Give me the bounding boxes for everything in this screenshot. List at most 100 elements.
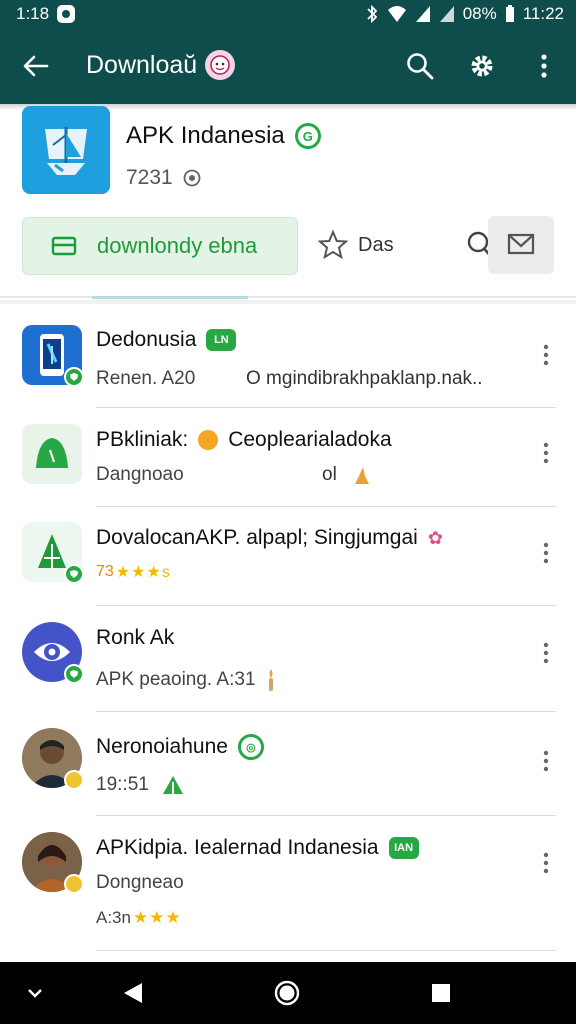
status-badge-icon (64, 770, 84, 790)
emoji-badge-icon (198, 430, 219, 450)
list-item-title-text: APKidpia. Iealernad Indanesia (96, 836, 379, 859)
app-id: 7231 (126, 166, 201, 190)
list-item-avatar (22, 728, 84, 790)
recents-square-icon (432, 984, 450, 1002)
app-name-text: APK Indanesia (126, 122, 285, 149)
star-rating-icon: ★★★s (115, 564, 171, 581)
list-item-title: Ronk Ak (96, 626, 175, 649)
search-button[interactable] (402, 48, 438, 84)
list-item-avatar (22, 622, 84, 684)
more-vert-icon (543, 750, 549, 772)
app-icon (22, 106, 110, 194)
mail-icon (507, 233, 535, 255)
page-title: Downloaŭ (86, 50, 198, 79)
more-vert-icon (543, 542, 549, 564)
list-item-subtitle: Dongneao (96, 872, 184, 893)
wifi-icon (387, 6, 406, 22)
overflow-menu-button[interactable] (526, 48, 562, 84)
flower-emoji-icon: ✿ (427, 527, 443, 548)
list-item-subtitle: Renen. A20 (96, 368, 196, 389)
list-item-title-extra: Ceoplearialadoka (228, 428, 392, 451)
favorite-button[interactable]: Das (318, 230, 394, 260)
more-vert-icon (543, 852, 549, 874)
recents-nav-button[interactable] (426, 978, 456, 1008)
ship-logo-icon (45, 127, 87, 175)
list-item[interactable]: Dedonusia LN Renen. A20 O mgindibrakhpak… (0, 308, 576, 408)
trophy-icon (354, 467, 369, 484)
app-header: APK Indanesia G 7231 (0, 104, 576, 204)
face-icon (205, 50, 236, 80)
item-more-button[interactable] (534, 438, 558, 468)
plant-icon (162, 776, 183, 794)
back-triangle-icon (124, 983, 142, 1003)
list-chip-badge: LN (206, 329, 237, 351)
section-divider-shade (0, 300, 576, 304)
keyboard-hide-button[interactable] (20, 978, 50, 1008)
list-item-title-text: Dedonusia (96, 328, 197, 351)
item-more-button[interactable] (534, 538, 558, 568)
list-separator (96, 506, 556, 507)
app-id-text: 7231 (126, 166, 173, 189)
more-vert-icon (543, 642, 549, 664)
star-outline-icon (318, 230, 348, 260)
list-item-title-text: PBkliniak: (96, 428, 189, 451)
back-nav-button[interactable] (118, 978, 148, 1008)
back-button[interactable] (18, 48, 54, 84)
candle-icon (268, 669, 273, 691)
status-bar: 1:18 08% 11:22 (0, 0, 576, 28)
list-item-title: Neronoiahune ◎ (96, 734, 264, 760)
bell-app-icon (22, 424, 82, 484)
list-item-title-text: Neronoiahune (96, 735, 228, 758)
globe-badge-icon: ◎ (237, 734, 264, 760)
list-item-rating-value: A:3n (96, 908, 131, 927)
notification-icon (57, 5, 76, 23)
list-item-title-text: DovalocanAKP. alpapl; Singjumgai (96, 526, 418, 549)
gear-icon (471, 55, 493, 77)
list-item-meta-text: ol (322, 464, 337, 485)
app-name: APK Indanesia G (126, 122, 321, 150)
favorite-label: Das (358, 233, 394, 256)
download-button[interactable]: downlondy ebna (22, 217, 298, 275)
item-more-button[interactable] (534, 638, 558, 668)
download-label: downlondy ebna (97, 233, 258, 258)
list-item-subtitle: 19::51 (96, 774, 187, 796)
item-more-button[interactable] (534, 848, 558, 878)
message-button[interactable] (488, 216, 554, 274)
list-item-subtitle-text: APK peaoing. A:31 (96, 669, 256, 690)
status-time-left: 1:18 (16, 4, 50, 23)
list-item-rating-value: 73 (96, 563, 114, 580)
list-item-title: Dedonusia LN (96, 328, 237, 352)
list-item-avatar (22, 424, 82, 484)
verified-shield-icon (64, 367, 84, 387)
list-item-title: PBkliniak: Ceoplearialadoka (96, 428, 392, 452)
list-item[interactable]: Neronoiahune ◎ 19::51 (0, 712, 576, 816)
tab-indicator (92, 296, 248, 299)
more-vert-icon (541, 54, 547, 78)
list-separator (96, 950, 556, 951)
download-box-icon (51, 236, 77, 256)
more-vert-icon (543, 442, 549, 464)
settings-button[interactable] (464, 48, 500, 84)
item-more-button[interactable] (534, 340, 558, 370)
status-time-right: 11:22 (522, 4, 564, 23)
list-item-subtitle: APK peaoing. A:31 (96, 668, 276, 692)
signal-icon-2 (439, 6, 454, 22)
list-item[interactable]: APKidpia. Iealernad Indanesia IAN Dongne… (0, 816, 576, 952)
bluetooth-icon (367, 5, 377, 23)
list-item[interactable]: PBkliniak: Ceoplearialadoka Dangnoao ol (0, 408, 576, 508)
section-divider (0, 296, 576, 298)
app-bar: Downloaŭ (0, 28, 576, 104)
verified-badge-icon: G (294, 123, 321, 149)
list-item[interactable]: Ronk Ak APK peaoing. A:31 (0, 606, 576, 712)
item-more-button[interactable] (534, 746, 558, 776)
battery-icon (505, 5, 514, 22)
search-icon (407, 53, 434, 80)
list-item[interactable]: DovalocanAKP. alpapl; Singjumgai ✿ 73 ★★… (0, 508, 576, 608)
home-nav-button[interactable] (272, 978, 302, 1008)
copyright-icon (183, 169, 201, 187)
verified-shield-icon (64, 664, 84, 684)
list-item-avatar (22, 325, 84, 387)
more-vert-icon (543, 344, 549, 366)
list-item-rating: 73 ★★★s (96, 562, 171, 582)
list-item-title: DovalocanAKP. alpapl; Singjumgai ✿ (96, 526, 443, 550)
